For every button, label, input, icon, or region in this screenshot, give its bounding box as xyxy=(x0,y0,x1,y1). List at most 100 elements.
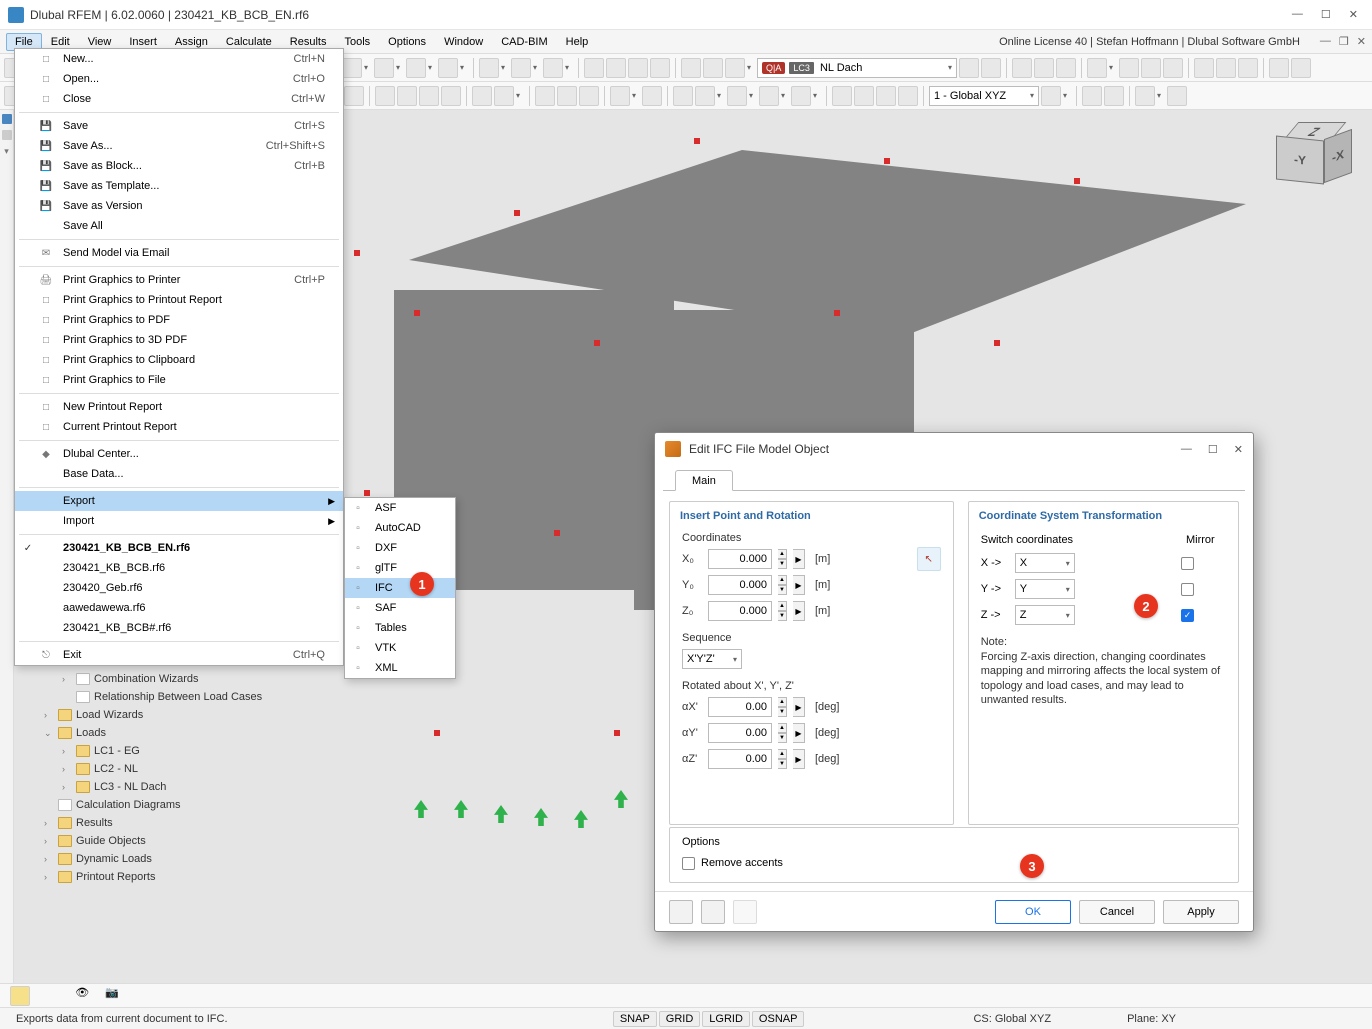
mdi-close-icon[interactable]: ✕ xyxy=(1357,35,1366,48)
tb2-icon[interactable] xyxy=(642,86,662,106)
file-menu-item[interactable]: 💾Save As...Ctrl+Shift+S xyxy=(15,136,343,156)
apply-arrow-icon[interactable]: ▶ xyxy=(793,723,805,743)
coordinate-system-select[interactable]: 1 - Global XYZ▾ xyxy=(929,86,1039,106)
tb-support-icon[interactable] xyxy=(511,58,531,78)
cube-front[interactable]: -Y xyxy=(1276,135,1324,184)
tb2-icon[interactable] xyxy=(375,86,395,106)
tb-prev-icon[interactable] xyxy=(959,58,979,78)
tb-view-1-icon[interactable] xyxy=(1012,58,1032,78)
apply-arrow-icon[interactable]: ▶ xyxy=(793,549,805,569)
export-submenu-item[interactable]: ▫IFC xyxy=(345,578,455,598)
mirror-x-checkbox[interactable] xyxy=(1181,557,1194,570)
tree-item[interactable]: ›Printout Reports xyxy=(18,868,338,886)
side-tab-icon[interactable] xyxy=(2,130,12,140)
export-submenu-item[interactable]: ▫ASF xyxy=(345,498,455,518)
tb-view-3-icon[interactable] xyxy=(1056,58,1076,78)
tb2-icon[interactable] xyxy=(557,86,577,106)
grid-toggle[interactable]: GRID xyxy=(659,1011,701,1027)
tb-loads-1-icon[interactable] xyxy=(584,58,604,78)
tb2-icon[interactable] xyxy=(1082,86,1102,106)
maximize-icon[interactable]: ☐ xyxy=(1321,8,1331,21)
tb-style-1-icon[interactable] xyxy=(1087,58,1107,78)
tb2-icon[interactable] xyxy=(1104,86,1124,106)
dialog-titlebar[interactable]: Edit IFC File Model Object — ☐ ✕ xyxy=(655,433,1253,465)
ax-input[interactable] xyxy=(708,697,772,717)
y0-input[interactable] xyxy=(708,575,772,595)
tb-resultnav-icon[interactable] xyxy=(725,58,745,78)
tb-loads-3-icon[interactable] xyxy=(628,58,648,78)
tb2-icon[interactable] xyxy=(854,86,874,106)
fx-icon[interactable] xyxy=(733,900,757,924)
spinner[interactable]: ▲▼ xyxy=(778,749,787,769)
tb-opening-icon[interactable] xyxy=(438,58,458,78)
cube-right[interactable]: -X xyxy=(1324,129,1352,183)
menu-options[interactable]: Options xyxy=(379,33,435,51)
tree-item[interactable]: ›LC3 - NL Dach xyxy=(18,778,338,796)
xmap-select[interactable]: X▾ xyxy=(1015,553,1075,573)
tree-item[interactable]: ›Combination Wizards xyxy=(18,670,338,688)
file-menu-item[interactable]: 💾Save as Template... xyxy=(15,176,343,196)
sequence-select[interactable]: X'Y'Z'▾ xyxy=(682,649,742,669)
tb-search-icon[interactable] xyxy=(1291,58,1311,78)
tb2-icon[interactable] xyxy=(673,86,693,106)
help-icon[interactable] xyxy=(669,900,693,924)
export-submenu-item[interactable]: ▫DXF xyxy=(345,538,455,558)
spinner[interactable]: ▲▼ xyxy=(778,601,787,621)
tree-item[interactable]: ›Guide Objects xyxy=(18,832,338,850)
tree-item[interactable]: Calculation Diagrams xyxy=(18,796,338,814)
file-menu-item[interactable]: □Print Graphics to File xyxy=(15,370,343,390)
export-submenu-item[interactable]: ▫Tables xyxy=(345,618,455,638)
tb-style-2-icon[interactable] xyxy=(1119,58,1139,78)
spinner[interactable]: ▲▼ xyxy=(778,549,787,569)
file-menu-item[interactable]: □Current Printout Report xyxy=(15,417,343,437)
tb-hinge-icon[interactable] xyxy=(543,58,563,78)
file-menu-item[interactable]: □Print Graphics to PDF xyxy=(15,310,343,330)
dialog-close-icon[interactable]: ✕ xyxy=(1234,443,1243,456)
lgrid-toggle[interactable]: LGRID xyxy=(702,1011,750,1027)
tree-item[interactable]: ›LC2 - NL xyxy=(18,760,338,778)
file-menu-item[interactable]: 230420_Geb.rf6 xyxy=(15,578,343,598)
file-menu-item[interactable]: 230421_KB_BCB.rf6 xyxy=(15,558,343,578)
spinner[interactable]: ▲▼ xyxy=(778,723,787,743)
tb2-icon[interactable] xyxy=(832,86,852,106)
menu-help[interactable]: Help xyxy=(557,33,598,51)
file-menu-item[interactable]: aawedawewa.rf6 xyxy=(15,598,343,618)
mirror-z-checkbox[interactable]: ✓ xyxy=(1181,609,1194,622)
tree-item[interactable]: Relationship Between Load Cases xyxy=(18,688,338,706)
tb2-icon[interactable] xyxy=(397,86,417,106)
tb2-icon[interactable] xyxy=(759,86,779,106)
file-menu-item[interactable]: □Open...Ctrl+O xyxy=(15,69,343,89)
file-menu-item[interactable]: 💾Save as Block...Ctrl+B xyxy=(15,156,343,176)
file-menu-item[interactable]: ◆Dlubal Center... xyxy=(15,444,343,464)
loadcase-select[interactable]: Q|ALC3 NL Dach▾ xyxy=(757,58,957,78)
minimize-icon[interactable]: — xyxy=(1292,8,1303,21)
file-menu-item[interactable]: Export▶ xyxy=(15,491,343,511)
mdi-restore-icon[interactable]: ❐ xyxy=(1339,35,1349,48)
tb-surface-icon[interactable] xyxy=(374,58,394,78)
tb2-icon[interactable] xyxy=(1167,86,1187,106)
tb-view-2-icon[interactable] xyxy=(1034,58,1054,78)
osnap-toggle[interactable]: OSNAP xyxy=(752,1011,805,1027)
tb-help-icon[interactable] xyxy=(1269,58,1289,78)
tree-item[interactable]: ›Dynamic Loads xyxy=(18,850,338,868)
close-icon[interactable]: ✕ xyxy=(1349,8,1358,21)
tb2-icon[interactable] xyxy=(791,86,811,106)
tb2-icon[interactable] xyxy=(898,86,918,106)
tb2-icon[interactable] xyxy=(876,86,896,106)
tb-misc-3-icon[interactable] xyxy=(1238,58,1258,78)
tree-item[interactable]: ›LC1 - EG xyxy=(18,742,338,760)
tb-style-4-icon[interactable] xyxy=(1163,58,1183,78)
file-menu-item[interactable]: Save All xyxy=(15,216,343,236)
remove-accents-checkbox[interactable] xyxy=(682,857,695,870)
tb2-icon[interactable] xyxy=(695,86,715,106)
file-menu-item[interactable]: □CloseCtrl+W xyxy=(15,89,343,109)
file-menu-item[interactable]: □New Printout Report xyxy=(15,397,343,417)
tb-loads-2-icon[interactable] xyxy=(606,58,626,78)
ok-button[interactable]: OK xyxy=(995,900,1071,924)
tb2-icon[interactable] xyxy=(441,86,461,106)
mirror-y-checkbox[interactable] xyxy=(1181,583,1194,596)
ay-input[interactable] xyxy=(708,723,772,743)
dialog-maximize-icon[interactable]: ☐ xyxy=(1208,443,1218,456)
tb2-icon[interactable] xyxy=(419,86,439,106)
camera-icon[interactable]: 📷 xyxy=(105,986,125,1006)
